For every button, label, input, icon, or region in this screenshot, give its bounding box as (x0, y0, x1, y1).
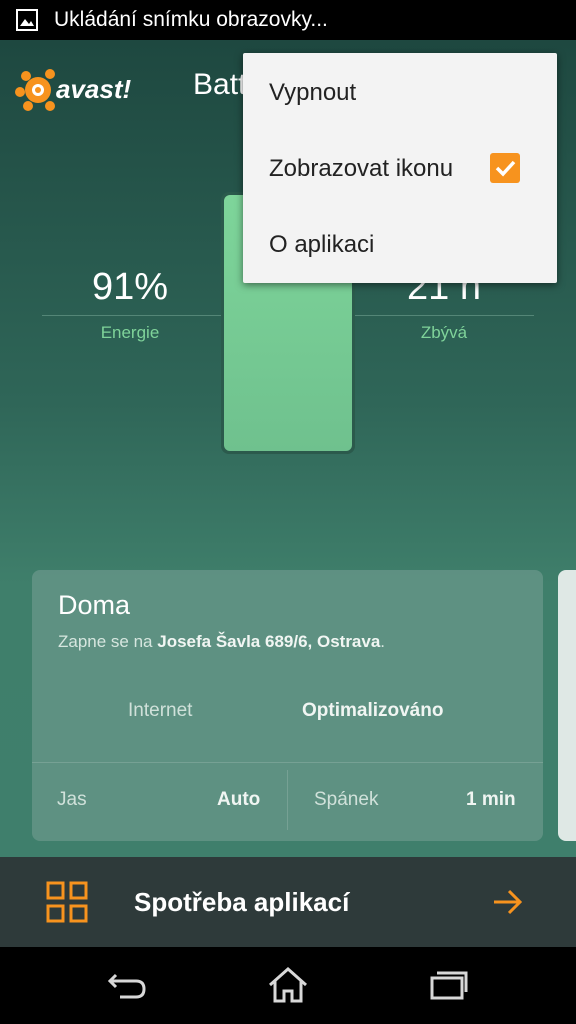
subtitle-address: Josefa Šavla 689/6, Ostrava (157, 632, 381, 651)
energy-label: Energie (100, 323, 160, 342)
menu-item-label: O aplikaci (269, 231, 375, 258)
status-bar: Ukládání snímku obrazovky... (0, 0, 576, 40)
menu-item-label: Zobrazovat ikonu (269, 155, 454, 182)
sleep-value: 1 min (466, 789, 516, 810)
energy-value: 91% (91, 266, 169, 308)
menu-item-show-icon[interactable]: Zobrazovat ikonu (243, 131, 557, 207)
profile-card-home[interactable]: Doma Zapne se na Josefa Šavla 689/6, Ost… (32, 570, 543, 841)
profile-subtitle: Zapne se na Josefa Šavla 689/6, Ostrava. (58, 632, 385, 652)
image-icon (16, 9, 38, 31)
subtitle-prefix: Zapne se na (58, 632, 158, 651)
avast-logo: avast! (15, 69, 131, 111)
checkmark-icon (495, 160, 516, 177)
notification-text: Ukládání snímku obrazovky... (54, 8, 328, 31)
overflow-menu: Vypnout Zobrazovat ikonu O aplikaci (243, 53, 557, 283)
profile-title: Doma (58, 590, 131, 620)
internet-label: Internet (128, 700, 193, 721)
logo-text: avast! (56, 74, 131, 104)
arrow-right-icon (494, 889, 523, 915)
menu-item-label: Vypnout (269, 79, 357, 106)
sleep-label: Spánek (314, 789, 379, 810)
screen-title: Batt (193, 68, 247, 101)
menu-item-turn-off[interactable]: Vypnout (243, 55, 557, 131)
card-divider (32, 762, 543, 763)
navigation-bar (0, 947, 576, 1024)
menu-item-about[interactable]: O aplikaci (243, 207, 557, 283)
energy-stat: 91% Energie (40, 266, 220, 343)
remaining-label: Zbývá (420, 323, 468, 342)
brightness-value: Auto (217, 789, 261, 810)
grid-icon (46, 881, 88, 923)
app-usage-bar[interactable]: Spotřeba aplikací (0, 857, 576, 947)
next-profile-card[interactable] (558, 570, 576, 841)
card-column-divider (287, 770, 288, 830)
recent-apps-icon[interactable] (426, 965, 470, 1005)
brightness-label: Jas (57, 789, 87, 810)
app-usage-label: Spotřeba aplikací (134, 887, 350, 917)
subtitle-suffix: . (380, 632, 386, 651)
home-icon[interactable] (266, 965, 310, 1005)
internet-value: Optimalizováno (302, 700, 444, 721)
back-icon[interactable] (106, 965, 150, 1005)
show-icon-checkbox[interactable] (490, 153, 520, 183)
